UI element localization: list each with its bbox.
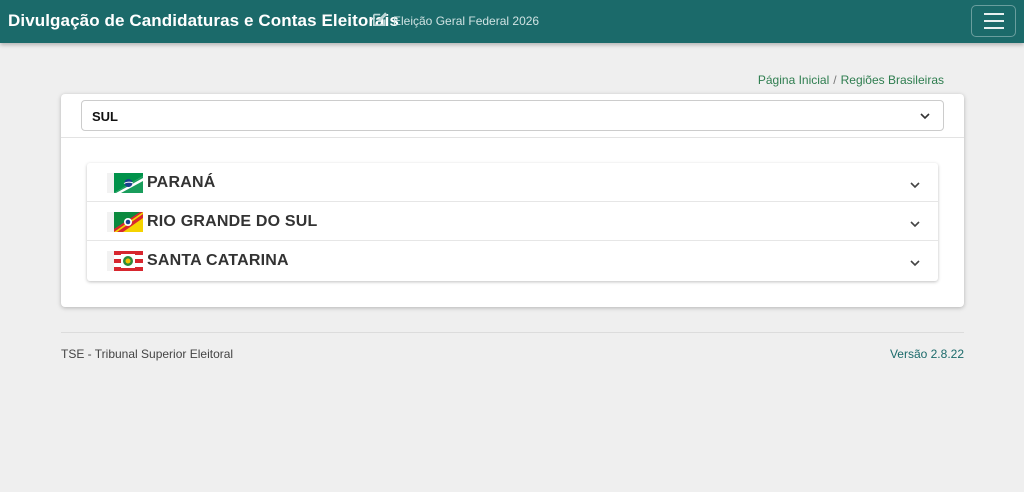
footer-divider [61,332,964,333]
state-label: PARANÁ [147,174,216,191]
edit-icon [372,12,388,27]
footer-organization: TSE - Tribunal Superior Eleitoral [61,347,234,361]
breadcrumb-current[interactable]: Regiões Brasileiras [841,73,944,87]
footer-version: Versão 2.8.22 [889,347,964,361]
breadcrumb: Página Inicial / Regiões Brasileiras [758,73,944,87]
state-item-santa-catarina[interactable]: SANTA CATARINA [87,241,938,280]
regions-card: SUL PARANÁ RIO GRANDE DO SUL SANTA CATAR… [61,94,964,307]
hamburger-menu-button[interactable] [971,5,1016,37]
state-label: SANTA CATARINA [147,252,289,269]
hamburger-menu-icon [983,13,1004,15]
state-item-rio-grande-do-sul[interactable]: RIO GRANDE DO SUL [87,202,938,241]
state-item-parana[interactable]: PARANÁ [87,163,938,202]
breadcrumb-home-link[interactable]: Página Inicial [758,73,829,87]
state-label: RIO GRANDE DO SUL [147,213,318,230]
card-divider [61,137,964,138]
chevron-down-icon [920,113,930,120]
chevron-down-icon [910,182,920,189]
states-accordion: PARANÁ RIO GRANDE DO SUL SANTA CATARINA [87,163,938,281]
app-title[interactable]: Divulgação de Candidaturas e Contas Elei… [8,11,399,31]
chevron-down-icon [910,221,920,228]
parana-flag-icon [107,173,143,193]
rio-grande-do-sul-flag-icon [107,212,143,232]
breadcrumb-separator: / [833,73,837,87]
region-select[interactable]: SUL [81,100,944,131]
election-subtitle: Eleição Geral Federal 2026 [393,14,540,28]
santa-catarina-flag-icon [107,251,143,271]
region-select-value: SUL [92,109,118,124]
top-navbar: Divulgação de Candidaturas e Contas Elei… [0,0,1024,43]
chevron-down-icon [910,260,920,267]
